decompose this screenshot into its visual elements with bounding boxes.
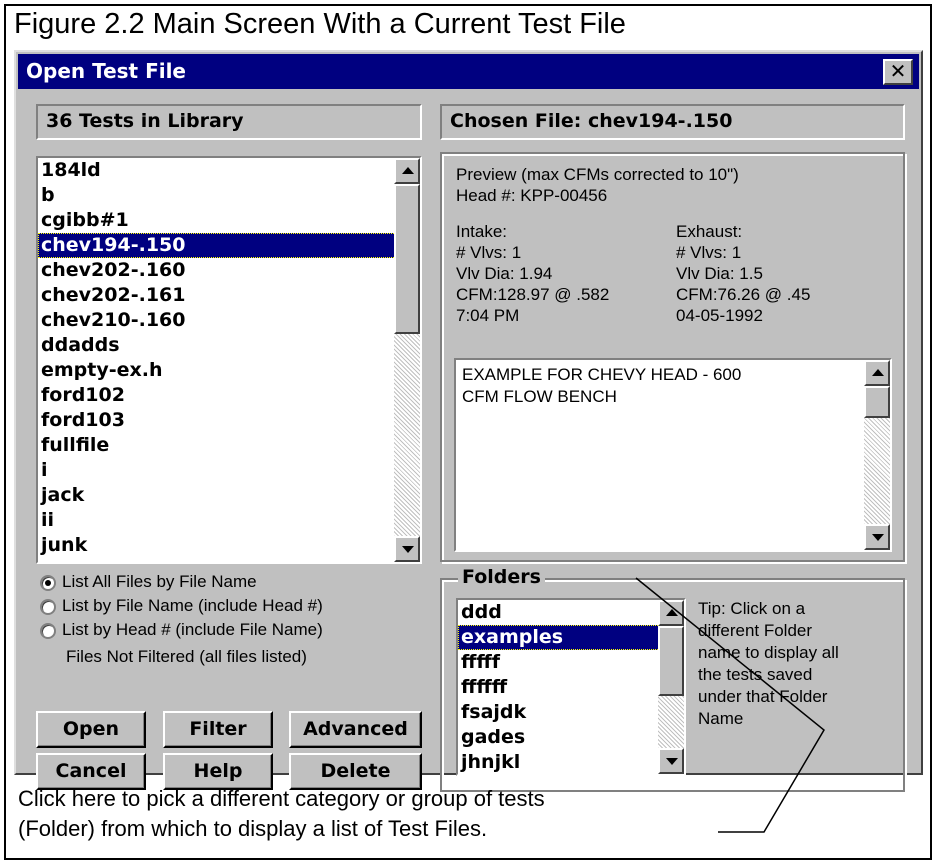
figure-caption-line1: Click here to pick a different category … <box>18 786 545 811</box>
callout-polyline <box>635 577 825 833</box>
figure-caption-line2: (Folder) from which to display a list of… <box>18 816 488 841</box>
callout-line <box>635 577 825 833</box>
